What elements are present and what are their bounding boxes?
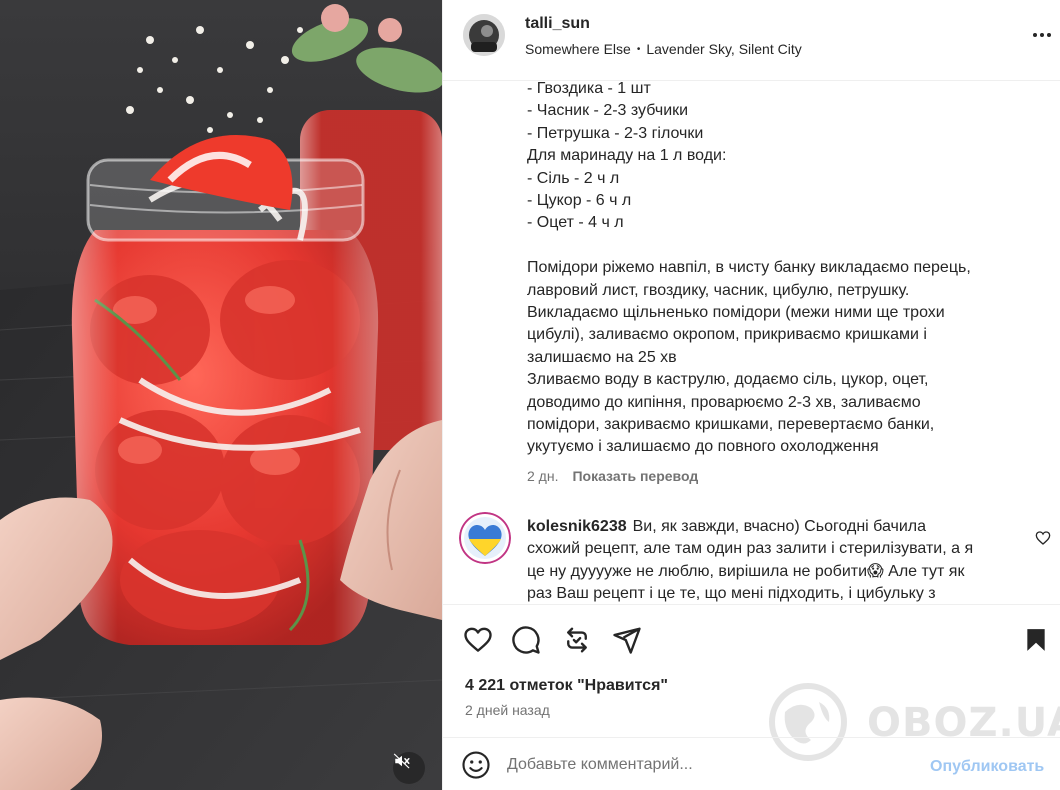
post-media[interactable] <box>0 0 442 790</box>
ukraine-heart-avatar <box>459 512 511 564</box>
post-details-panel: talli_sun Somewhere Else • Lavender Sky, S… <box>442 0 1060 790</box>
caption-line: залишаємо на 25 хв <box>527 348 677 366</box>
send-icon <box>613 627 641 654</box>
show-translation-button[interactable]: Показать перевод <box>572 468 698 484</box>
post-location: Somewhere Else • Lavender Sky, Silent City <box>525 41 802 57</box>
caption-meta: 2 дн. Показать перевод <box>527 468 698 484</box>
location-place[interactable]: Somewhere Else <box>525 41 631 57</box>
more-dot-icon <box>1040 33 1044 37</box>
caption-line: Для маринаду на 1 л води: <box>527 147 727 165</box>
more-options-button[interactable] <box>1029 22 1055 48</box>
caption-line: - Оцет - 4 ч л <box>527 214 624 232</box>
smiley-icon <box>462 751 490 779</box>
more-dot-icon <box>1033 33 1037 37</box>
author-username[interactable]: talli_sun <box>525 15 590 33</box>
post-timestamp[interactable]: 2 дней назад <box>465 702 550 718</box>
heart-icon <box>464 627 492 652</box>
caption-line: - Гвоздика - 1 шт <box>527 82 651 97</box>
speaker-muted-icon <box>393 753 410 769</box>
location-detail[interactable]: Lavender Sky, Silent City <box>646 41 801 57</box>
tomato-jar-photo <box>0 0 442 790</box>
avatar-photo <box>463 14 505 56</box>
location-separator: • <box>636 44 641 55</box>
caption-line: - Петрушка - 2-3 гілочки <box>527 124 704 142</box>
comments-scroll-area[interactable]: - Гвоздика - 1 шт - Часник - 2-3 зубчики -… <box>443 82 1060 604</box>
comment-first-line: kolesnik6238 Ви, як завжди, вчасно) Сього… <box>527 516 1017 538</box>
like-button[interactable] <box>461 623 495 657</box>
commenter-avatar[interactable] <box>459 512 511 564</box>
mute-toggle-button[interactable] <box>393 752 425 784</box>
publish-button[interactable]: Опубликовать <box>930 758 1044 776</box>
caption-line: помідори, закриваємо кришками, переверта… <box>527 416 935 434</box>
comment-text-line: раз Ваш рецепт і це те, що мені підходит… <box>527 585 936 603</box>
caption-age: 2 дн. <box>527 468 559 484</box>
share-button[interactable] <box>610 623 644 657</box>
comment-text-line: схожий рецепт, але там один раз залити і… <box>527 540 974 558</box>
bookmark-icon <box>1027 629 1045 651</box>
caption-line: Зливаємо воду в каструлю, додаємо сіль, … <box>527 371 929 389</box>
comment-text-line: це ну дууууже не люблю, вирішила не роби… <box>527 562 965 580</box>
author-avatar[interactable] <box>463 14 505 56</box>
post-caption: - Гвоздика - 1 шт - Часник - 2-3 зубчики -… <box>527 82 1037 459</box>
caption-line: лавровий лист, гвоздику, часник, цибулю,… <box>527 281 910 299</box>
caption-line: Викладаємо щільненько помідори (межи ним… <box>527 304 945 322</box>
repost-button[interactable] <box>560 623 594 657</box>
more-dot-icon <box>1047 33 1051 37</box>
comment-text-line: Ви, як завжди, вчасно) Сьогодні бачила <box>632 518 927 535</box>
emoji-button[interactable] <box>461 750 491 780</box>
caption-line: Помідори ріжемо навпіл, в чисту банку ви… <box>527 259 971 277</box>
caption-line: доводимо до кипіння, проварюємо 2-3 хв, … <box>527 393 921 411</box>
caption-line: - Часник - 2-3 зубчики <box>527 102 689 120</box>
likes-count[interactable]: 4 221 отметок "Нравится" <box>465 677 668 695</box>
repost-icon <box>567 627 587 653</box>
comment-input[interactable] <box>507 751 917 779</box>
comment-like-button[interactable] <box>1035 530 1051 546</box>
comment-composer: Опубликовать <box>443 737 1060 790</box>
caption-line <box>527 235 1037 257</box>
caption-line: - Сіль - 2 ч л <box>527 169 620 187</box>
caption-line: укутуємо і залишаємо до повного охолодже… <box>527 438 879 456</box>
commenter-username[interactable]: kolesnik6238 <box>527 518 627 535</box>
caption-line: цибулі), заливаємо окропом, прикриваємо … <box>527 326 927 344</box>
caption-line: - Цукор - 6 ч л <box>527 192 632 210</box>
comment-button[interactable] <box>509 623 543 657</box>
post-header: talli_sun Somewhere Else • Lavender Sky, S… <box>443 0 1060 81</box>
save-button[interactable] <box>1019 623 1053 657</box>
comment-icon <box>512 626 540 654</box>
post-actions-section: 4 221 отметок "Нравится" 2 дней назад <box>443 604 1060 724</box>
comment-item: kolesnik6238 Ви, як завжди, вчасно) Сього… <box>527 516 1017 604</box>
heart-icon <box>1035 531 1051 545</box>
